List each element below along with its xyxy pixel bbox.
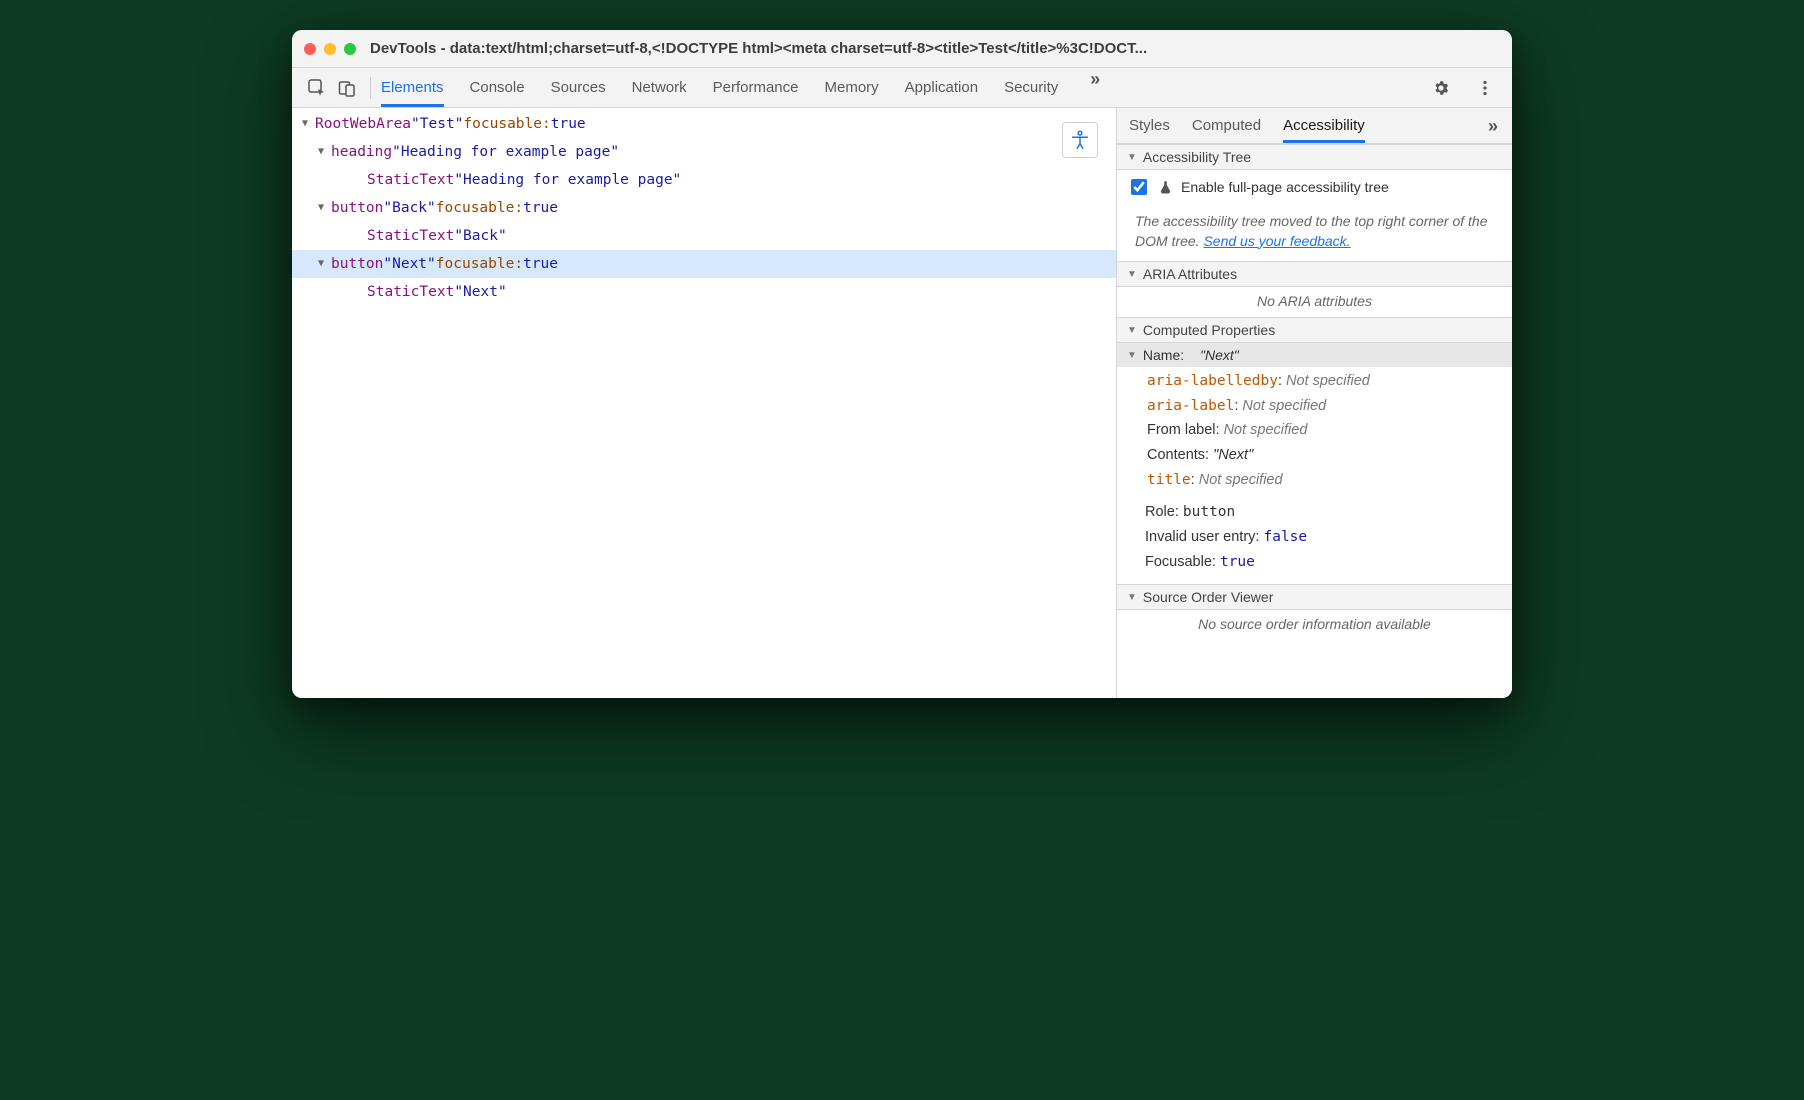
device-toolbar-icon[interactable]	[334, 75, 360, 101]
side-tab-styles[interactable]: Styles	[1129, 108, 1170, 143]
a11y-hint-text: The accessibility tree moved to the top …	[1117, 206, 1512, 261]
enable-full-page-a11y-checkbox[interactable]	[1131, 179, 1147, 195]
toolbar-divider	[370, 77, 371, 99]
more-tabs-icon[interactable]	[1084, 68, 1106, 90]
computed-name-row[interactable]: ▼ Name: "Next"	[1117, 343, 1512, 367]
chevron-down-icon: ▼	[1127, 152, 1137, 163]
inspect-element-icon[interactable]	[304, 75, 330, 101]
devtools-window: DevTools - data:text/html;charset=utf-8,…	[292, 30, 1512, 698]
computed-name-sources: aria-labelledby: Not specifiedaria-label…	[1117, 367, 1512, 500]
tree-row[interactable]: button "Back" focusable: true	[292, 194, 1116, 222]
titlebar: DevTools - data:text/html;charset=utf-8,…	[292, 30, 1512, 68]
tree-row[interactable]: StaticText "Back"	[292, 222, 1116, 250]
side-tabs: Styles Computed Accessibility	[1117, 108, 1512, 144]
computed-kv-list: Role: buttonInvalid user entry: falseFoc…	[1117, 500, 1512, 584]
side-tab-accessibility[interactable]: Accessibility	[1283, 108, 1365, 143]
section-accessibility-tree-header[interactable]: ▼ Accessibility Tree	[1117, 144, 1512, 170]
tree-row[interactable]: heading "Heading for example page"	[292, 138, 1116, 166]
window-minimize-button[interactable]	[324, 43, 336, 55]
more-side-tabs-icon[interactable]	[1482, 115, 1504, 137]
accessibility-tree-panel: RootWebArea "Test" focusable: trueheadin…	[292, 108, 1116, 698]
disclosure-triangle-icon[interactable]	[300, 110, 310, 138]
side-panel: Styles Computed Accessibility ▼ Accessib…	[1116, 108, 1512, 698]
window-title: DevTools - data:text/html;charset=utf-8,…	[370, 40, 1500, 57]
main-body: RootWebArea "Test" focusable: trueheadin…	[292, 108, 1512, 698]
tab-performance[interactable]: Performance	[713, 68, 799, 107]
computed-property: Focusable: true	[1145, 550, 1502, 575]
chevron-down-icon: ▼	[1127, 350, 1137, 361]
window-close-button[interactable]	[304, 43, 316, 55]
main-toolbar: Elements Console Sources Network Perform…	[292, 68, 1512, 108]
computed-name-source: From label: Not specified	[1147, 418, 1502, 443]
computed-name-source: aria-labelledby: Not specified	[1147, 369, 1502, 394]
tab-application[interactable]: Application	[905, 68, 978, 107]
disclosure-triangle-icon[interactable]	[316, 194, 326, 222]
computed-name-source: aria-label: Not specified	[1147, 394, 1502, 419]
enable-full-page-a11y-label: Enable full-page accessibility tree	[1181, 179, 1389, 195]
computed-name-source: Contents: "Next"	[1147, 443, 1502, 468]
computed-property: Role: button	[1145, 500, 1502, 525]
section-aria-header[interactable]: ▼ ARIA Attributes	[1117, 261, 1512, 287]
section-computed-header[interactable]: ▼ Computed Properties	[1117, 317, 1512, 343]
aria-empty-text: No ARIA attributes	[1117, 287, 1512, 317]
chevron-down-icon: ▼	[1127, 592, 1137, 603]
side-tab-computed[interactable]: Computed	[1192, 108, 1261, 143]
traffic-lights	[304, 43, 356, 55]
tab-console[interactable]: Console	[470, 68, 525, 107]
tree-row[interactable]: StaticText "Next"	[292, 278, 1116, 306]
computed-property: Invalid user entry: false	[1145, 525, 1502, 550]
more-options-icon[interactable]	[1472, 75, 1498, 101]
tree-row[interactable]: button "Next" focusable: true	[292, 250, 1116, 278]
tree-row[interactable]: StaticText "Heading for example page"	[292, 166, 1116, 194]
disclosure-triangle-icon[interactable]	[316, 250, 326, 278]
source-order-empty-text: No source order information available	[1117, 610, 1512, 640]
settings-icon[interactable]	[1428, 75, 1454, 101]
tab-network[interactable]: Network	[632, 68, 687, 107]
window-zoom-button[interactable]	[344, 43, 356, 55]
tab-elements[interactable]: Elements	[381, 68, 444, 107]
enable-full-page-a11y-row: Enable full-page accessibility tree	[1117, 170, 1512, 206]
feedback-link[interactable]: Send us your feedback.	[1203, 233, 1350, 249]
disclosure-triangle-icon[interactable]	[316, 138, 326, 166]
computed-name-source: title: Not specified	[1147, 468, 1502, 493]
experiment-flask-icon	[1158, 180, 1173, 195]
main-tabs: Elements Console Sources Network Perform…	[381, 68, 1428, 107]
chevron-down-icon: ▼	[1127, 269, 1137, 280]
tab-security[interactable]: Security	[1004, 68, 1058, 107]
section-source-order-header[interactable]: ▼ Source Order Viewer	[1117, 584, 1512, 610]
tree-row[interactable]: RootWebArea "Test" focusable: true	[292, 110, 1116, 138]
tab-memory[interactable]: Memory	[825, 68, 879, 107]
accessibility-person-icon[interactable]	[1062, 122, 1098, 158]
chevron-down-icon: ▼	[1127, 325, 1137, 336]
tab-sources[interactable]: Sources	[551, 68, 606, 107]
